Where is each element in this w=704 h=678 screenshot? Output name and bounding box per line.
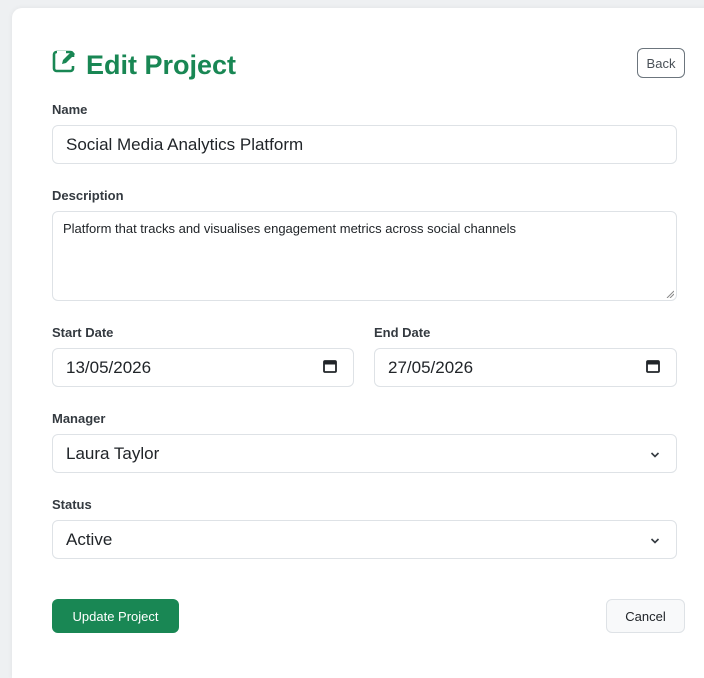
- edit-project-card: Edit Project Back Name Social Media Anal…: [12, 8, 704, 678]
- end-date-input[interactable]: 27/05/2026: [374, 348, 677, 387]
- update-project-button[interactable]: Update Project: [52, 599, 179, 633]
- start-date-input[interactable]: 13/05/2026: [52, 348, 354, 387]
- status-select-value: Active: [66, 529, 113, 549]
- end-date-label: End Date: [374, 325, 431, 340]
- start-date-label: Start Date: [52, 325, 114, 340]
- page-title-text: Edit Project: [86, 49, 237, 80]
- description-textarea-value: Platform that tracks and visualises enga…: [63, 221, 517, 236]
- chevron-down-icon: [650, 444, 660, 464]
- name-input-value: Social Media Analytics Platform: [66, 134, 304, 154]
- manager-label: Manager: [52, 411, 106, 426]
- status-label: Status: [52, 497, 92, 512]
- name-label: Name: [52, 102, 88, 117]
- card-header: Edit Project Back: [52, 48, 685, 94]
- edit-square-icon: [52, 48, 86, 81]
- calendar-icon[interactable]: [323, 358, 337, 378]
- description-textarea[interactable]: Platform that tracks and visualises enga…: [52, 211, 677, 301]
- page-title: Edit Project: [52, 48, 236, 81]
- name-input[interactable]: Social Media Analytics Platform: [52, 125, 677, 164]
- manager-select[interactable]: Laura Taylor: [52, 434, 677, 473]
- description-label: Description: [52, 188, 124, 203]
- cancel-button[interactable]: Cancel: [606, 599, 685, 633]
- manager-select-value: Laura Taylor: [66, 443, 160, 463]
- back-button[interactable]: Back: [637, 48, 685, 78]
- start-date-value: 13/05/2026: [66, 357, 152, 377]
- status-select[interactable]: Active: [52, 520, 677, 559]
- end-date-value: 27/05/2026: [388, 357, 474, 377]
- calendar-icon[interactable]: [646, 358, 660, 378]
- chevron-down-icon: [650, 530, 660, 550]
- resize-handle-icon[interactable]: [666, 290, 674, 298]
